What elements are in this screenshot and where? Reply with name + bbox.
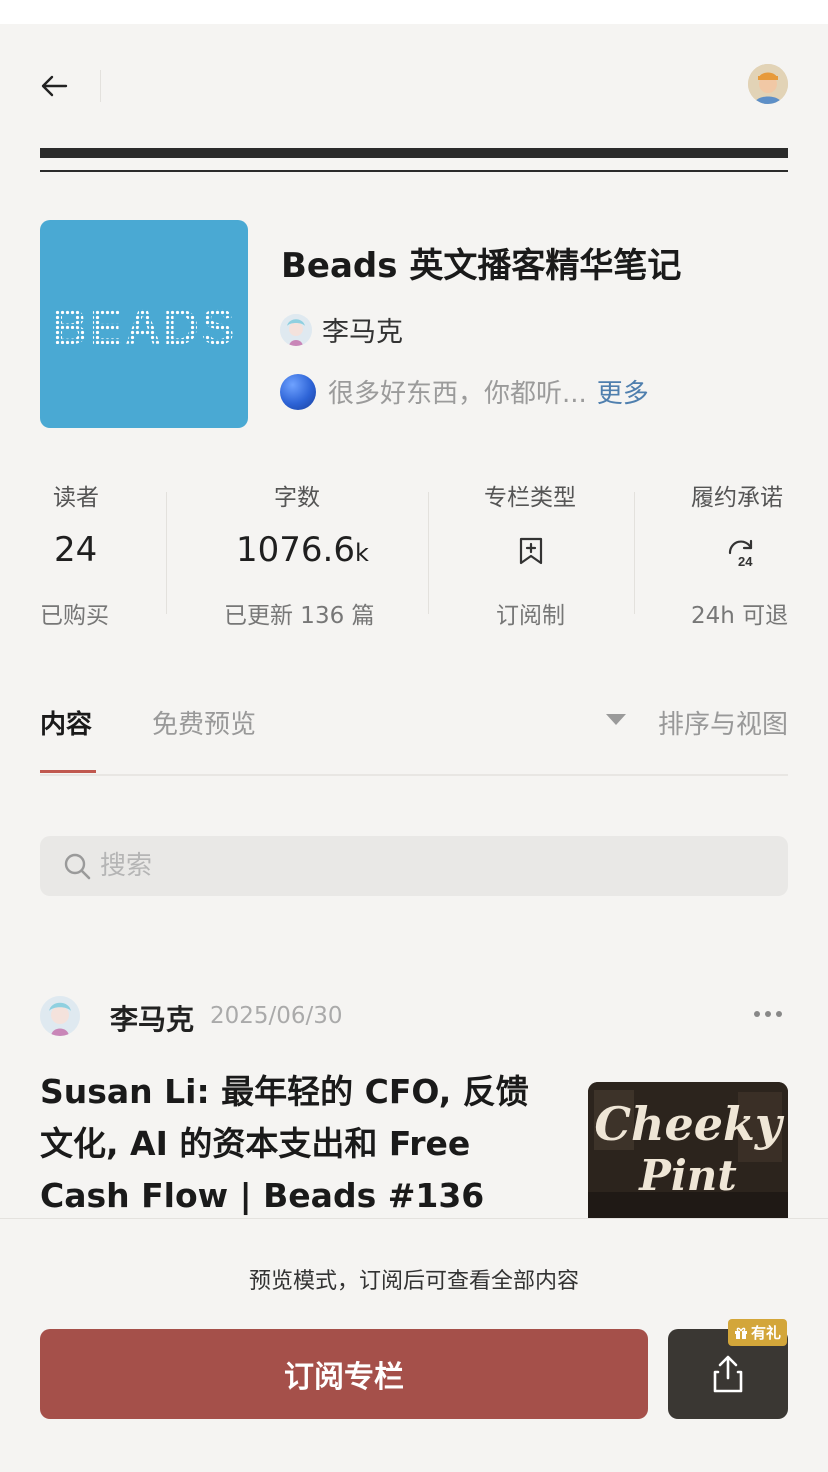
back-button[interactable]: [40, 66, 74, 106]
header-rule-thin: [40, 170, 788, 172]
stat-sub: 订阅制: [496, 603, 565, 629]
header-rule-thick: [40, 148, 788, 158]
preview-notice: 预览模式，订阅后可查看全部内容: [248, 1269, 579, 1294]
share-icon: [713, 1355, 743, 1393]
stat-divider: [428, 492, 429, 614]
author-avatar: [280, 313, 312, 346]
search-bar[interactable]: [40, 836, 788, 896]
stat-sub: 已购买: [40, 603, 109, 629]
thumbnail-text-line2: Pint: [638, 1151, 736, 1200]
stat-column-type[interactable]: 专栏类型 订阅制: [470, 478, 630, 629]
refund-24h-icon: 24: [728, 539, 753, 569]
stat-value: 1076.6k: [236, 530, 369, 570]
post-header: 李马克 2025/06/30: [40, 996, 788, 1040]
stat-value: 24: [54, 530, 98, 570]
cover-logo-text: BEADS: [51, 299, 236, 355]
gift-badge[interactable]: 有礼: [728, 1319, 788, 1346]
svg-text:24: 24: [738, 554, 753, 569]
subscribe-button[interactable]: 订阅专栏: [40, 1329, 648, 1419]
column-cover: BEADS: [40, 220, 248, 428]
bottom-action-bar: 预览模式，订阅后可查看全部内容 订阅专栏 有礼: [0, 1218, 828, 1472]
stat-label: 履约承诺: [691, 485, 783, 511]
thumbnail-text-line1: Cheeky: [594, 1097, 784, 1151]
active-tab-indicator: [40, 770, 96, 773]
column-author[interactable]: 李马克: [280, 310, 403, 349]
stat-commitment[interactable]: 履约承诺 24 24h 可退: [670, 478, 789, 629]
post-title[interactable]: Susan Li: 最年轻的 CFO, 反馈文化, AI 的资本支出和 Free…: [40, 1066, 560, 1222]
post-author-name[interactable]: 李马克: [110, 998, 194, 1038]
search-icon: [64, 853, 91, 880]
search-input[interactable]: [100, 851, 700, 881]
stat-word-count: 字数 1076.6k 已更新 136 篇: [210, 478, 386, 629]
bookmark-plus-icon: [519, 537, 543, 565]
gift-badge-label: 有礼: [751, 1324, 782, 1342]
user-avatar[interactable]: [748, 64, 788, 104]
gift-icon: [735, 1327, 747, 1339]
column-description[interactable]: 很多好东西，你都听... 更多: [280, 373, 649, 410]
description-text: 很多好东西，你都听...: [328, 379, 587, 409]
column-title: Beads 英文播客精华笔记: [281, 246, 682, 286]
author-name: 李马克: [322, 317, 403, 348]
post-author-avatar[interactable]: [40, 996, 80, 1036]
post-date: 2025/06/30: [210, 1003, 343, 1029]
stat-label: 专栏类型: [484, 485, 576, 511]
stats-row: 读者 24 已购买 字数 1076.6k 已更新 136 篇 专栏类型 订阅制 …: [40, 478, 789, 629]
nav-divider: [100, 70, 101, 102]
more-options-icon[interactable]: [748, 1004, 788, 1024]
arrow-left-icon: [41, 75, 68, 97]
tab-free-preview[interactable]: 免费预览: [152, 704, 256, 741]
stat-sub: 已更新 136 篇: [224, 603, 375, 629]
stat-label: 读者: [53, 485, 99, 511]
more-link[interactable]: 更多: [597, 373, 649, 410]
status-bar: [0, 0, 828, 24]
sort-view-button[interactable]: 排序与视图: [658, 704, 788, 741]
caret-down-icon[interactable]: [606, 714, 626, 725]
stat-divider: [634, 492, 635, 614]
blue-circle-icon: [280, 373, 316, 410]
stat-divider: [166, 492, 167, 614]
tab-content[interactable]: 内容: [40, 704, 92, 741]
content-tabs: 内容 免费预览 排序与视图: [40, 700, 788, 776]
post-thumbnail[interactable]: Cheeky Pint: [588, 1082, 788, 1232]
stat-sub: 24h 可退: [691, 603, 789, 629]
stat-readers: 读者 24 已购买: [40, 478, 120, 629]
stat-label: 字数: [274, 485, 320, 511]
